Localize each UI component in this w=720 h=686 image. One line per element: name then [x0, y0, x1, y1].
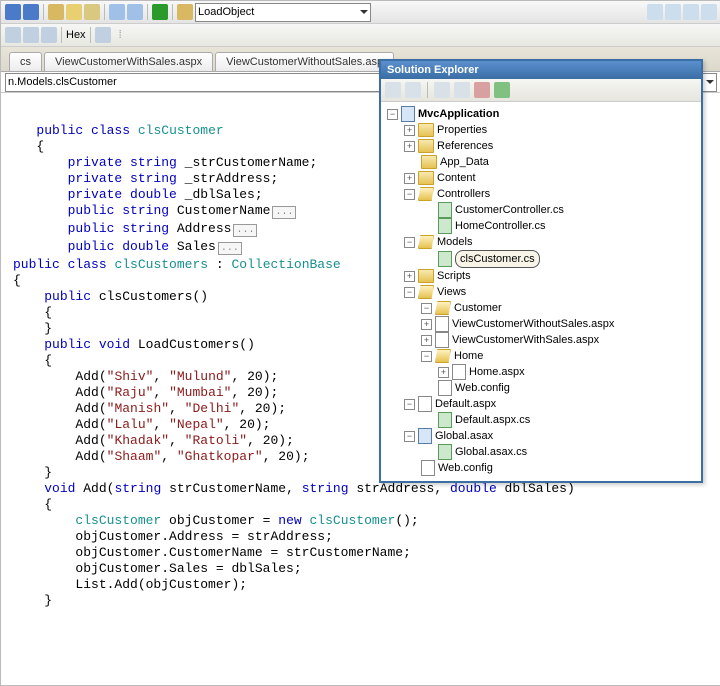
collapse-icon[interactable]: − — [421, 351, 432, 362]
collapse-icon[interactable]: − — [404, 189, 415, 200]
redo-icon[interactable] — [127, 4, 143, 20]
aspx-file-icon — [435, 316, 449, 332]
solution-toolbar — [381, 79, 701, 102]
expand-icon[interactable]: + — [404, 141, 415, 152]
separator — [90, 27, 91, 43]
selected-file[interactable]: clsCustomer.cs — [455, 250, 540, 268]
saveall-icon[interactable] — [23, 4, 39, 20]
folder-open-icon — [418, 285, 434, 299]
tool-icon[interactable] — [701, 4, 717, 20]
expand-icon[interactable]: + — [421, 319, 432, 330]
folder-open-icon — [435, 301, 451, 315]
properties-icon[interactable] — [385, 82, 401, 98]
collapse-icon[interactable]: − — [404, 237, 415, 248]
expand-icon[interactable]: + — [404, 271, 415, 282]
save-icon[interactable] — [5, 4, 21, 20]
paste-icon[interactable] — [84, 4, 100, 20]
showall-icon[interactable] — [434, 82, 450, 98]
folder-icon — [418, 269, 434, 283]
collapse-icon[interactable]: − — [404, 399, 415, 410]
collapse-icon[interactable]: − — [404, 431, 415, 442]
cs-file-icon — [438, 412, 452, 428]
tab-vcws[interactable]: ViewCustomerWithSales.aspx — [44, 52, 213, 71]
toolbar-main: LoadObject — [1, 1, 720, 24]
chevron-down-icon — [706, 80, 714, 84]
toolbar-debug: Hex ⁞ — [1, 24, 720, 47]
folder-open-icon — [435, 349, 451, 363]
cs-file-icon — [438, 251, 452, 267]
refresh-icon[interactable] — [405, 82, 421, 98]
overflow-icon[interactable]: ⁞ — [119, 29, 122, 41]
ide-window: LoadObject Hex ⁞ cs ViewCustomerWithSale… — [0, 0, 720, 686]
undo-icon[interactable] — [109, 4, 125, 20]
panel-title: Solution Explorer — [381, 61, 701, 79]
folder-icon[interactable] — [177, 4, 193, 20]
hex-label[interactable]: Hex — [66, 29, 86, 41]
combo-value: LoadObject — [198, 6, 254, 18]
expand-icon[interactable]: + — [404, 125, 415, 136]
run-icon[interactable] — [152, 4, 168, 20]
expand-icon[interactable]: + — [438, 367, 449, 378]
project-icon — [401, 106, 415, 122]
collapse-icon[interactable]: ... — [233, 224, 257, 237]
collapse-icon[interactable]: − — [387, 109, 398, 120]
chevron-down-icon — [360, 10, 368, 14]
view-icon[interactable] — [474, 82, 490, 98]
expand-icon[interactable]: + — [421, 335, 432, 346]
aspx-file-icon — [452, 364, 466, 380]
nest-icon[interactable] — [454, 82, 470, 98]
separator — [104, 4, 105, 20]
step-icon[interactable] — [41, 27, 57, 43]
folder-icon — [418, 139, 434, 153]
tool-icon[interactable] — [647, 4, 663, 20]
config-file-icon — [438, 380, 452, 396]
tool-icon[interactable] — [665, 4, 681, 20]
folder-open-icon — [418, 235, 434, 249]
step-icon[interactable] — [23, 27, 39, 43]
copy-icon[interactable] — [66, 4, 82, 20]
cut-icon[interactable] — [48, 4, 64, 20]
separator — [172, 4, 173, 20]
expand-icon[interactable]: + — [404, 173, 415, 184]
collapse-icon[interactable]: − — [404, 287, 415, 298]
separator — [61, 27, 62, 43]
tool-icon[interactable] — [95, 27, 111, 43]
tool-icon[interactable] — [683, 4, 699, 20]
config-file-icon — [421, 460, 435, 476]
folder-icon — [418, 171, 434, 185]
cs-file-icon — [438, 444, 452, 460]
cs-file-icon — [438, 218, 452, 234]
tab-vcwos[interactable]: ViewCustomerWithoutSales.asp — [215, 52, 394, 71]
collapse-icon[interactable]: ... — [272, 206, 296, 219]
cs-file-icon — [438, 202, 452, 218]
separator — [43, 4, 44, 20]
collapse-icon[interactable]: ... — [218, 242, 242, 255]
tab-cs[interactable]: cs — [9, 52, 42, 71]
step-icon[interactable] — [5, 27, 21, 43]
asax-file-icon — [418, 428, 432, 444]
aspx-file-icon — [435, 332, 449, 348]
solution-explorer: Solution Explorer −MvcApplication +Prope… — [379, 59, 703, 483]
folder-icon — [421, 155, 437, 169]
aspx-file-icon — [418, 396, 432, 412]
copy-icon[interactable] — [494, 82, 510, 98]
separator — [147, 4, 148, 20]
folder-icon — [418, 123, 434, 137]
folder-open-icon — [418, 187, 434, 201]
collapse-icon[interactable]: − — [421, 303, 432, 314]
solution-tree[interactable]: −MvcApplication +Properties +References … — [381, 102, 701, 480]
member-combo[interactable]: LoadObject — [195, 3, 371, 22]
